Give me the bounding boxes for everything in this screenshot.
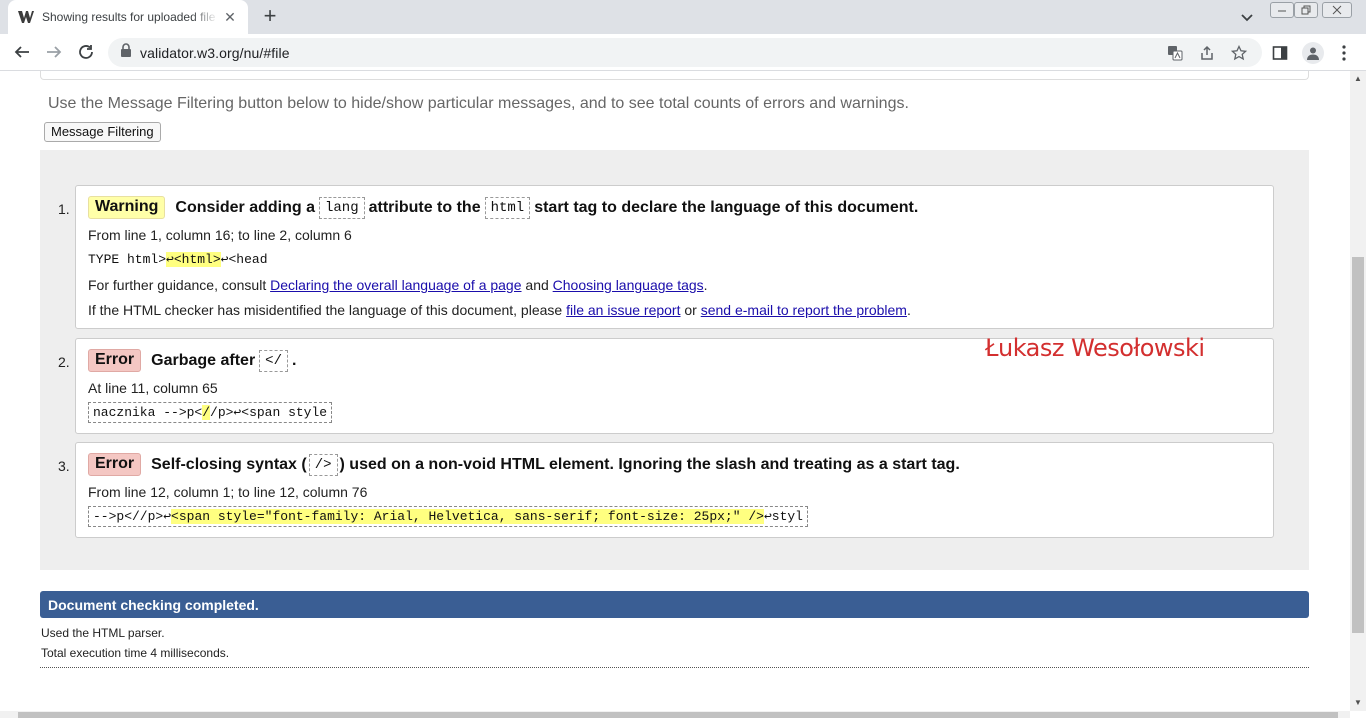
extract-highlight: <span style="font-family: Arial, Helveti… [171,509,764,524]
heading-text: . [291,351,297,369]
profile-avatar-icon[interactable] [1302,42,1324,64]
message-number: 1. [58,201,70,217]
heading-text: Self-closing syntax ( [151,455,307,473]
close-window-icon[interactable] [1322,2,1352,18]
execution-time: Total execution time 4 milliseconds. [41,646,230,660]
parser-note: Used the HTML parser. [41,626,165,640]
tab-close-icon[interactable]: ✕ [222,9,238,25]
message-warning-1: 1. Warning Consider adding a lang attrib… [58,185,1274,329]
message-location: From line 12, column 1; to line 12, colu… [88,484,368,500]
message-number: 3. [58,458,70,474]
message-error-3: 3. Error Self-closing syntax ( /> ) used… [58,442,1274,538]
code-extract: -->p<//p>↩<span style="font-family: Aria… [88,506,808,527]
new-tab-icon[interactable]: + [258,5,282,29]
code-self-closing: /> [308,453,338,476]
extract-part: -->p<//p>↩ [93,509,172,524]
code-close-tag: </ [259,349,288,372]
horizontal-scrollbar-thumb[interactable] [18,712,1338,718]
code-html: html [484,196,531,219]
reload-icon[interactable] [74,40,98,64]
message-location: From line 1, column 16; to line 2, colum… [88,227,352,243]
heading-text: Garbage after [151,351,256,369]
guidance-text: . [703,277,708,293]
warning-badge: Warning [88,196,166,219]
extract-highlight: ↩<html> [166,252,221,267]
error-badge: Error [88,349,142,372]
back-arrow-icon[interactable] [10,40,34,64]
code-extract: nacznika -->p<//p>↩<span style [88,402,333,423]
code-extract: TYPE html>↩<html>↩<head [88,252,268,267]
heading-text: start tag to declare the language of thi… [534,198,919,216]
translate-icon[interactable] [1166,44,1184,62]
author-watermark: Łukasz Wesołowski [985,334,1205,362]
vertical-scrollbar[interactable]: ▲ ▼ [1350,71,1366,711]
side-panel-icon[interactable] [1270,43,1290,63]
scroll-up-arrow-icon[interactable]: ▲ [1350,71,1366,87]
extract-part: /p>↩<span style [210,405,328,420]
error-badge: Error [88,453,142,476]
link-send-email-report[interactable]: send e-mail to report the problem [701,302,907,318]
extract-part: TYPE html> [88,252,167,267]
horizontal-scrollbar[interactable] [0,711,1350,718]
tab-strip: Showing results for uploaded file ✕ + [0,0,1366,34]
url-text: validator.w3.org/nu/#file [140,44,290,61]
extract-part: ↩<head [220,252,268,267]
scroll-down-arrow-icon[interactable]: ▼ [1350,695,1366,711]
previous-section-box [40,71,1309,80]
heading-text: Consider adding a [175,198,315,216]
guidance-text: For further guidance, consult [88,277,267,293]
link-declaring-language[interactable]: Declaring the overall language of a page [270,277,521,293]
tab-title: Showing results for uploaded file [42,10,216,24]
message-heading: Warning Consider adding a lang attribute… [88,196,918,219]
menu-kebab-icon[interactable] [1334,43,1354,63]
forward-arrow-icon[interactable] [42,40,66,64]
message-number: 2. [58,354,70,370]
misidentified-line: If the HTML checker has misidentified th… [88,302,911,318]
filter-note: Use the Message Filtering button below t… [48,95,909,112]
scrollbar-thumb[interactable] [1352,257,1364,633]
link-choosing-language-tags[interactable]: Choosing language tags [553,277,704,293]
extract-part: nacznika -->p< [93,405,203,420]
guidance-text: and [525,277,549,293]
misid-text: or [684,302,697,318]
lock-icon[interactable] [120,43,132,62]
code-lang: lang [318,196,365,219]
heading-text: ) used on a non-void HTML element. Ignor… [339,455,960,473]
restore-icon[interactable] [1294,2,1318,18]
misid-text: If the HTML checker has misidentified th… [88,302,563,318]
checking-completed-bar: Document checking completed. [40,591,1309,618]
guidance-line: For further guidance, consult Declaring … [88,277,708,293]
browser-tab[interactable]: Showing results for uploaded file ✕ [8,0,248,34]
misid-text: . [906,302,911,318]
heading-text: attribute to the [368,198,481,216]
message-heading: Error Garbage after </ . [88,349,296,372]
w3c-favicon-icon [18,9,34,25]
page-viewport: Use the Message Filtering button below t… [0,71,1350,711]
extract-part: ↩styl [763,509,803,524]
link-file-issue-report[interactable]: file an issue report [566,302,680,318]
bookmark-star-icon[interactable] [1230,44,1248,62]
message-location: At line 11, column 65 [88,380,218,396]
minimize-icon[interactable] [1270,2,1294,18]
message-heading: Error Self-closing syntax ( /> ) used on… [88,453,960,476]
extract-highlight: / [202,405,211,420]
tab-search-chevron-icon[interactable] [1238,8,1256,26]
browser-toolbar: validator.w3.org/nu/#file [0,34,1366,71]
share-icon[interactable] [1198,44,1216,62]
address-bar[interactable]: validator.w3.org/nu/#file [108,38,1262,67]
message-filtering-button[interactable]: Message Filtering [44,122,161,142]
footer-divider [40,667,1309,668]
